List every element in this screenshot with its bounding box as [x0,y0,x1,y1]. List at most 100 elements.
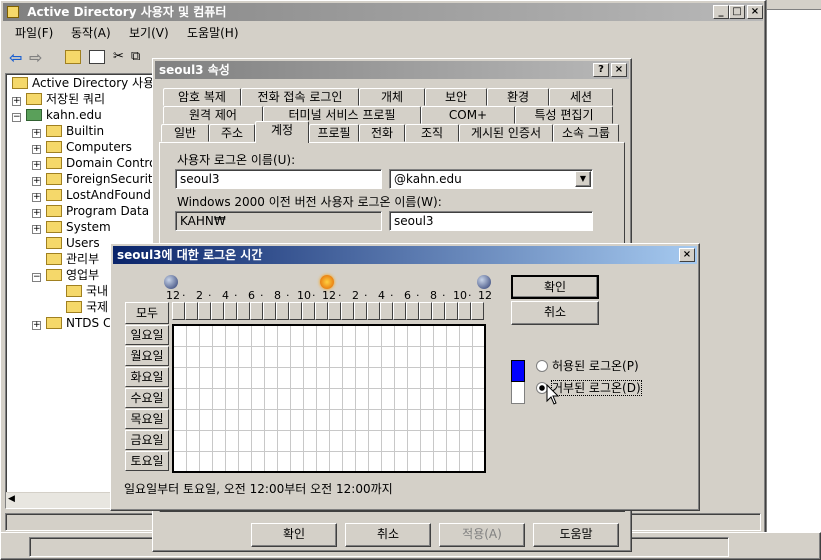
hour-column-button[interactable] [237,302,250,320]
expand-icon[interactable]: + [32,193,41,202]
hour-column-button[interactable] [445,302,458,320]
tree-domain[interactable]: − kahn.edu [12,107,102,123]
hour-column-button[interactable] [341,302,354,320]
tree-computers[interactable]: + Computers [32,139,132,155]
logon-hours-ok-button[interactable]: 확인 [511,275,599,299]
cancel-button[interactable]: 취소 [345,523,431,547]
expand-icon[interactable]: + [32,161,41,170]
menu-file[interactable]: 파일(F) [15,24,53,41]
hour-column-button[interactable] [432,302,445,320]
tab-organization[interactable]: 조직 [405,124,459,142]
help-button[interactable]: 도움말 [533,523,619,547]
menu-help[interactable]: 도움말(H) [187,24,239,41]
tree-builtin[interactable]: + Builtin [32,123,104,139]
hour-column-button[interactable] [224,302,237,320]
day-button-saturday[interactable]: 토요일 [125,451,169,471]
back-icon[interactable]: ⇦ [9,48,22,67]
pre2000-name-input[interactable]: seoul3 [389,211,593,231]
hour-column-button[interactable] [302,302,315,320]
day-button-monday[interactable]: 월요일 [125,346,169,366]
tree-users[interactable]: Users [46,235,100,251]
expand-icon[interactable]: + [32,145,41,154]
tab-remote-control[interactable]: 원격 제어 [163,106,263,124]
minimize-button[interactable]: _ [713,5,729,19]
hour-column-button[interactable] [315,302,328,320]
forward-icon[interactable]: ⇨ [29,48,42,67]
hour-column-button[interactable] [419,302,432,320]
hour-column-button[interactable] [380,302,393,320]
day-button-sunday[interactable]: 일요일 [125,325,169,345]
expand-icon[interactable]: + [32,225,41,234]
hour-column-button[interactable] [471,302,484,320]
domain-suffix-select[interactable]: @kahn.edu ▼ [389,169,593,189]
tab-general[interactable]: 일반 [161,124,209,142]
hour-column-button[interactable] [393,302,406,320]
hour-column-button[interactable] [289,302,302,320]
cut-icon[interactable]: ✂ [113,49,124,64]
hour-column-button[interactable] [406,302,419,320]
tab-attribute-editor[interactable]: 특성 편집기 [515,106,613,124]
copy-icon[interactable]: ⧉ [131,49,140,64]
logon-hours-close-button[interactable]: × [679,248,695,262]
menu-view[interactable]: 보기(V) [129,24,169,41]
expand-icon[interactable]: + [32,321,41,330]
tab-password-replication[interactable]: 암호 복제 [163,88,241,106]
hour-column-button[interactable] [328,302,341,320]
collapse-icon[interactable]: − [32,273,41,282]
hour-column-button[interactable] [458,302,471,320]
radio-circle[interactable] [536,360,548,372]
logon-hours-cancel-button[interactable]: 취소 [511,301,599,325]
tree-root[interactable]: Active Directory 사용자 [12,75,165,91]
tab-sessions[interactable]: 세션 [549,88,613,106]
tree-ou-management[interactable]: 관리부 [46,251,99,267]
hour-column-button[interactable] [185,302,198,320]
tree-system[interactable]: + System [32,219,111,235]
hour-column-button[interactable] [276,302,289,320]
chevron-down-icon[interactable]: ▼ [575,171,591,187]
logon-hours-grid[interactable] [172,324,486,473]
expand-icon[interactable]: + [12,97,21,106]
select-all-button[interactable]: 모두 [125,302,169,324]
properties-close-button[interactable]: × [611,63,627,77]
tree-ntds[interactable]: + NTDS C [32,315,111,331]
expand-icon[interactable]: + [32,129,41,138]
hour-column-button[interactable] [354,302,367,320]
tab-account[interactable]: 계정 [255,121,309,143]
hour-column-button[interactable] [211,302,224,320]
tree-saved-queries[interactable]: + 저장된 쿼리 [12,91,105,107]
scroll-left-icon[interactable]: ◀ [8,494,15,504]
tab-address[interactable]: 주소 [209,124,255,142]
tab-com-plus[interactable]: COM+ [421,106,515,124]
hour-column-button[interactable] [198,302,211,320]
maximize-button[interactable]: □ [729,5,745,19]
close-button[interactable]: × [747,5,763,19]
details-view-icon[interactable] [89,50,105,64]
day-button-tuesday[interactable]: 화요일 [125,367,169,387]
expand-icon[interactable]: + [32,209,41,218]
tab-dialin[interactable]: 전화 접속 로그인 [241,88,359,106]
tab-telephones[interactable]: 전화 [359,124,405,142]
hour-column-button[interactable] [367,302,380,320]
logon-name-input[interactable]: seoul3 [175,169,382,189]
tab-security[interactable]: 보안 [425,88,487,106]
tab-member-of[interactable]: 소속 그룹 [553,124,619,142]
day-button-wednesday[interactable]: 수요일 [125,388,169,408]
tab-published-certs[interactable]: 게시된 인증서 [459,124,553,142]
tree-foreign-security[interactable]: + ForeignSecurit [32,171,153,187]
hour-column-button[interactable] [250,302,263,320]
menu-action[interactable]: 동작(A) [71,24,111,41]
radio-permitted-logon[interactable]: 허용된 로그온(P) [536,359,639,375]
day-button-thursday[interactable]: 목요일 [125,409,169,429]
tree-domain-controllers[interactable]: + Domain Contro [32,155,156,171]
ok-button[interactable]: 확인 [251,523,337,547]
hour-column-button[interactable] [263,302,276,320]
tree-lost-and-found[interactable]: + LostAndFound [32,187,151,203]
collapse-icon[interactable]: − [12,113,21,122]
up-folder-icon[interactable] [65,50,81,64]
hour-column-button[interactable] [172,302,185,320]
tab-profile[interactable]: 프로필 [309,124,359,142]
tab-environment[interactable]: 환경 [487,88,549,106]
expand-icon[interactable]: + [32,177,41,186]
tab-object[interactable]: 개체 [359,88,425,106]
help-question-button[interactable]: ? [593,63,609,77]
